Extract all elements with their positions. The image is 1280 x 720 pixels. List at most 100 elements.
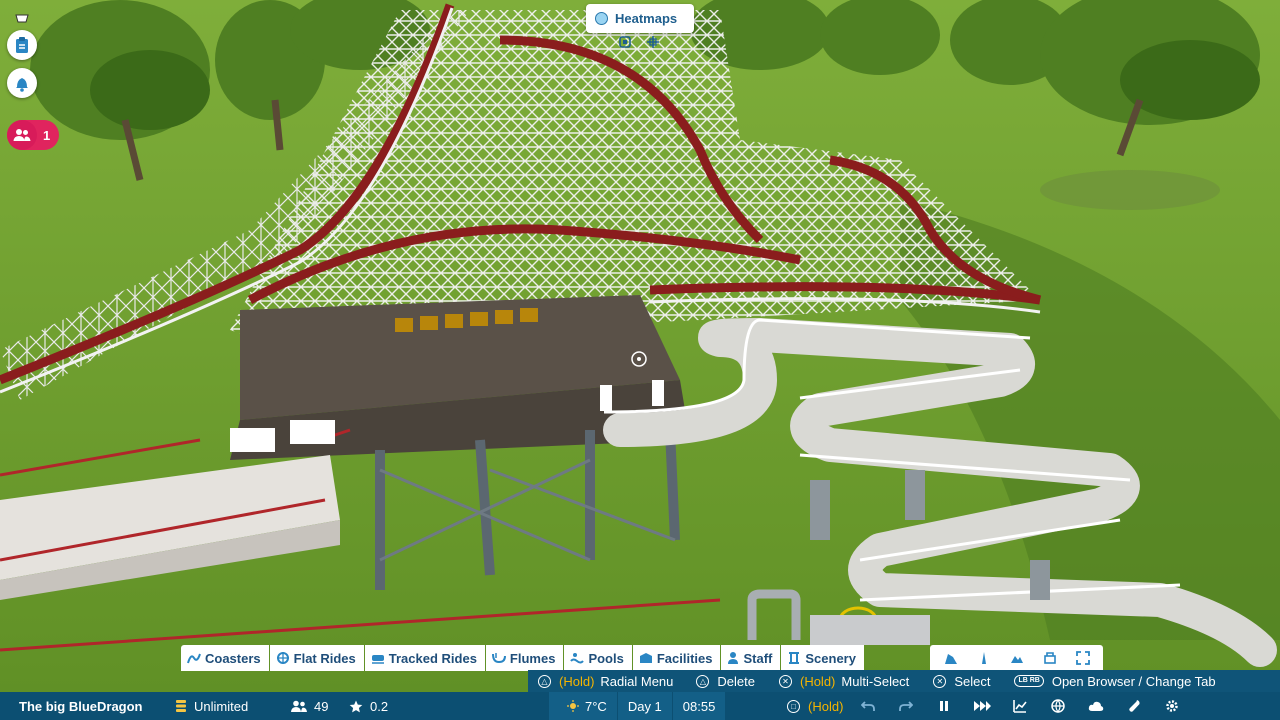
controller-hints-bar: △ (Hold) Radial Menu △ Delete ✕ (Hold) M…: [528, 670, 1280, 692]
tab-facilities[interactable]: Facilities: [632, 645, 721, 671]
expand-tool-button[interactable]: [1066, 645, 1099, 671]
landscape-tool-button[interactable]: [1000, 645, 1033, 671]
hint-radial-menu: △ (Hold) Radial Menu: [538, 674, 673, 689]
status-bar: The big BlueDragon Unlimited 49 0.2 7°C …: [0, 692, 1280, 720]
cursor-icon: [631, 351, 647, 367]
tool-bar: [930, 645, 1103, 671]
time-value: 08:55: [682, 698, 716, 714]
tab-scenery[interactable]: Scenery: [781, 645, 864, 671]
hint-open-browser-label: Open Browser / Change Tab: [1051, 673, 1216, 689]
fast-forward-button[interactable]: [963, 692, 1001, 720]
build-category-bar: Coasters Flat Rides Tracked Rides Flumes…: [181, 645, 865, 671]
redo-button[interactable]: [887, 692, 925, 720]
terrain-icon: [944, 654, 957, 664]
tab-staff-label: Staff: [743, 650, 773, 666]
undo-icon: [861, 701, 876, 711]
tab-pools-label: Pools: [588, 650, 624, 666]
tab-flat-rides[interactable]: Flat Rides: [269, 645, 364, 671]
pause-button[interactable]: [925, 692, 963, 720]
redo-icon: [899, 701, 914, 711]
heatmaps-button[interactable]: Heatmaps: [586, 4, 694, 33]
guest-count-value: 49: [314, 698, 329, 714]
triangle-button-icon: △: [538, 674, 551, 688]
tools-button[interactable]: [1115, 692, 1153, 720]
undo-button[interactable]: [849, 692, 887, 720]
target-icon[interactable]: [618, 35, 632, 49]
clipboard-icon: [16, 37, 28, 53]
landscape-icon: [1010, 656, 1023, 663]
money-display[interactable]: Unlimited: [175, 699, 291, 714]
hold-label: (Hold): [799, 673, 836, 689]
path-icon: [981, 652, 986, 664]
temperature-value: 7°C: [585, 698, 607, 714]
tab-tracked-rides[interactable]: Tracked Rides: [364, 645, 485, 671]
cross-button-icon: ✕: [778, 674, 792, 688]
tab-coasters-label: Coasters: [205, 650, 261, 666]
money-icon: [176, 700, 186, 712]
globe-icon: [1051, 699, 1066, 713]
coaster-icon: [187, 653, 201, 664]
blueprint-tool-button[interactable]: [1033, 645, 1066, 671]
rating-value: 0.2: [370, 698, 389, 714]
settings-button[interactable]: [1153, 692, 1191, 720]
terrain-tool-button[interactable]: [934, 645, 967, 671]
park-name[interactable]: The big BlueDragon: [19, 699, 165, 714]
tab-tracked-rides-label: Tracked Rides: [388, 650, 477, 666]
hint-delete-label: Delete: [717, 673, 755, 689]
tray-icon: [15, 14, 29, 23]
gear-icon: [1166, 700, 1179, 712]
cross-button-icon: ✕: [933, 674, 947, 688]
heatmaps-label: Heatmaps: [615, 11, 678, 26]
flume-icon: [491, 653, 506, 664]
guests-icon: [291, 700, 307, 712]
money-value: Unlimited: [194, 698, 249, 714]
time-display: 08:55: [673, 692, 726, 720]
guest-notifications-button[interactable]: 1: [7, 120, 59, 150]
hold-hint: □ (Hold): [781, 692, 849, 720]
guests-icon: [13, 129, 31, 141]
pause-icon: [940, 701, 949, 711]
tab-flumes[interactable]: Flumes: [485, 645, 564, 671]
game-controls: □ (Hold): [781, 692, 1191, 720]
scenery-icon: [789, 652, 800, 664]
wrench-icon: [1129, 700, 1140, 712]
time-weather-panel: 7°C Day 1 08:55: [549, 692, 726, 720]
bell-icon: [16, 78, 28, 92]
weather-button[interactable]: [1077, 692, 1115, 720]
tab-staff[interactable]: Staff: [721, 645, 781, 671]
tab-flat-rides-label: Flat Rides: [293, 650, 356, 666]
expand-icon: [1075, 651, 1090, 665]
hint-select: ✕ Select: [933, 674, 990, 689]
hint-multi-select: ✕ (Hold) Multi-Select: [778, 673, 910, 689]
hint-multi-select-label: Multi-Select: [841, 673, 910, 689]
tab-scenery-label: Scenery: [805, 650, 856, 666]
shoulder-buttons-icon: LB RB: [1014, 675, 1044, 687]
hint-delete: △ Delete: [696, 674, 755, 689]
pool-icon: [570, 653, 585, 664]
weather-display[interactable]: 7°C: [549, 692, 618, 720]
facility-icon: [639, 653, 652, 663]
blueprint-icon: [1043, 652, 1056, 664]
tab-coasters[interactable]: Coasters: [181, 645, 269, 671]
tab-pools[interactable]: Pools: [564, 645, 632, 671]
hold-label: (Hold): [559, 673, 595, 689]
hold-label: (Hold): [808, 698, 844, 714]
park-management-button[interactable]: [1039, 692, 1077, 720]
chart-icon: [1013, 700, 1028, 713]
tab-flumes-label: Flumes: [509, 650, 556, 666]
tracked-ride-icon: [371, 655, 384, 664]
notifications-button[interactable]: [7, 68, 37, 98]
finances-button[interactable]: [1001, 692, 1039, 720]
rating-display[interactable]: 0.2: [349, 699, 388, 714]
move-icon[interactable]: [646, 35, 660, 49]
cloud-icon: [1089, 701, 1104, 711]
path-tool-button[interactable]: [967, 645, 1000, 671]
hint-open-browser: LB RB Open Browser / Change Tab: [1014, 673, 1216, 689]
guest-count-badge: 1: [43, 127, 51, 143]
heatmap-icon: [595, 12, 608, 25]
clipboard-button[interactable]: [7, 30, 37, 60]
hint-select-label: Select: [954, 673, 991, 689]
guest-display[interactable]: 49: [291, 699, 349, 714]
fast-forward-icon: [974, 701, 992, 711]
day-display: Day 1: [618, 692, 673, 720]
